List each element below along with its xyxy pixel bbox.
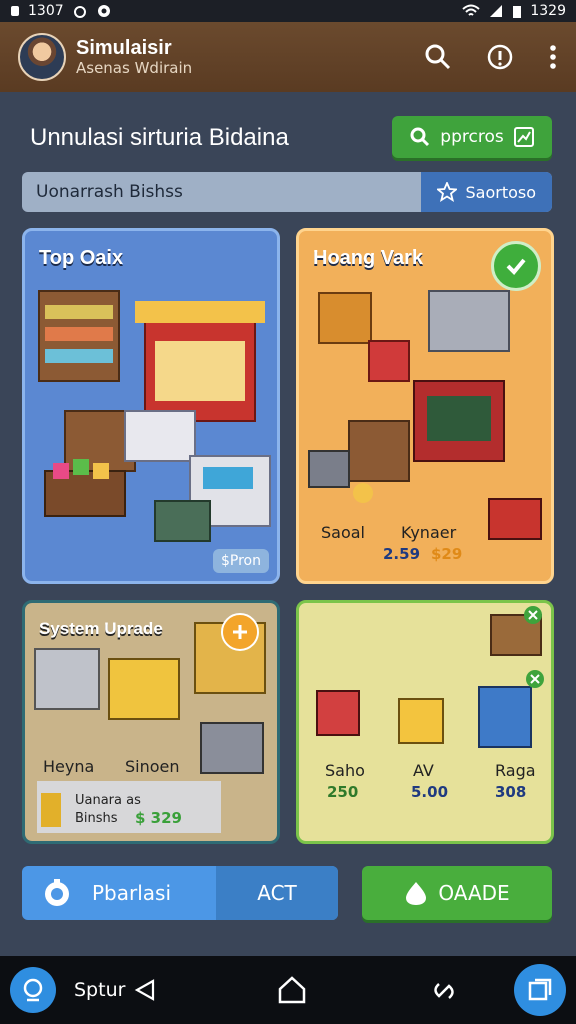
item-price: 250 xyxy=(327,783,359,801)
store-card-warehouse[interactable]: Hoang Vark Saoal 2.59 Kynaer $29 xyxy=(296,228,554,584)
item-price: $29 xyxy=(431,545,463,563)
status-right: 1329 xyxy=(462,3,566,19)
card-title: System Uprade xyxy=(39,619,163,638)
item-label: Saoal xyxy=(321,523,365,542)
upgrade-icon[interactable] xyxy=(221,613,259,651)
page-title: Unnulasi sirturia Bidaina xyxy=(30,124,289,151)
price-chip: $Pron xyxy=(213,549,269,573)
info-line-2: Binshs xyxy=(75,811,118,826)
trade-label: OAADE xyxy=(438,881,510,905)
search-chip-label: Saortoso xyxy=(465,182,536,202)
status-left: 1307 xyxy=(10,3,112,19)
pbarlasi-button[interactable]: Pbarlasi xyxy=(22,866,216,920)
search-icon[interactable] xyxy=(424,43,452,71)
shop-items-card[interactable]: Saho 250 AV 5.00 Raga 308 xyxy=(296,600,554,844)
system-upgrade-card[interactable]: System Uprade Heyna Sinoen Uanara as Bin… xyxy=(22,600,280,844)
record-icon xyxy=(97,5,110,17)
trade-button[interactable]: OAADE xyxy=(362,866,552,920)
search-input[interactable]: Uonarrash Bishss xyxy=(36,182,183,202)
status-bar: 1307 1329 xyxy=(0,0,576,22)
home-icon[interactable] xyxy=(277,975,307,1005)
header-action-button[interactable]: pprcros xyxy=(392,116,552,158)
item-label: Sinoen xyxy=(125,757,180,776)
item-label: Heyna xyxy=(43,757,95,776)
item-price: 2.59 xyxy=(383,545,421,563)
pbarlasi-label: Pbarlasi xyxy=(92,881,172,905)
chart-icon xyxy=(513,127,534,147)
battery-icon xyxy=(513,6,522,18)
app-title: Simulaisir xyxy=(76,36,172,59)
app-subtitle: Asenas Wdirain xyxy=(76,58,193,77)
info-line-1: Uanara as xyxy=(75,793,141,808)
app-bar-actions xyxy=(424,43,558,71)
back-icon[interactable] xyxy=(133,978,157,1002)
act-label: ACT xyxy=(257,881,297,905)
app-bar: Simulaisir Asenas Wdirain xyxy=(0,22,576,92)
search-icon xyxy=(410,127,430,147)
recents-icon[interactable] xyxy=(429,975,459,1005)
notification-icon xyxy=(11,6,19,16)
star-icon xyxy=(437,182,458,202)
info-icon[interactable] xyxy=(486,43,514,71)
signal-icon xyxy=(490,5,503,17)
close-icon[interactable] xyxy=(525,669,545,689)
nav-label: Sptur xyxy=(74,979,126,1001)
header-action-label: pprcros xyxy=(440,127,504,147)
wifi-icon xyxy=(462,4,481,16)
timer-icon xyxy=(45,879,69,906)
primary-action-group: Pbarlasi ACT xyxy=(22,866,338,920)
item-price: 308 xyxy=(495,783,527,801)
item-label: Raga xyxy=(495,761,536,780)
item-label: Kynaer xyxy=(401,523,457,542)
status-time-left: 1307 xyxy=(28,3,64,19)
item-label: AV xyxy=(413,761,434,780)
close-icon[interactable] xyxy=(523,605,543,625)
avatar[interactable] xyxy=(18,33,66,81)
status-time-right: 1329 xyxy=(530,3,566,19)
info-price: $ 329 xyxy=(135,809,182,827)
item-price: 5.00 xyxy=(411,783,449,801)
store-card-top[interactable]: Top Oaix $Pron xyxy=(22,228,280,584)
overview-icon[interactable] xyxy=(514,964,566,1016)
navigation-bar: Sptur xyxy=(0,956,576,1024)
search-bar[interactable]: Uonarrash Bishss Saortoso xyxy=(22,172,552,212)
store-illustration xyxy=(38,290,271,542)
assistant-icon[interactable] xyxy=(10,967,56,1013)
search-filter-button[interactable]: Saortoso xyxy=(421,172,552,212)
drop-icon xyxy=(406,882,427,905)
more-menu-icon[interactable] xyxy=(548,43,558,71)
item-label: Saho xyxy=(325,761,365,780)
act-button[interactable]: ACT xyxy=(216,866,338,920)
shop-items-illustration xyxy=(316,614,542,748)
sync-icon xyxy=(73,6,86,18)
app-titles: Simulaisir Asenas Wdirain xyxy=(76,37,192,77)
